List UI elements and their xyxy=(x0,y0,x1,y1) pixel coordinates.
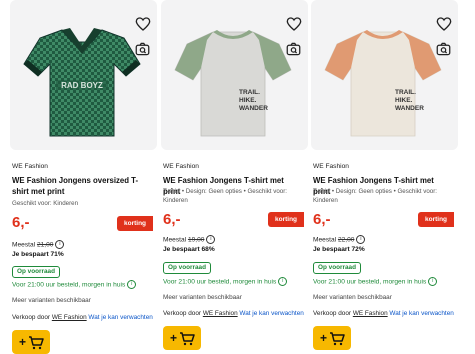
old-price-label: Meestal xyxy=(163,236,187,244)
product-meta: T-shirt • Design: Geen opties • Geschikt… xyxy=(163,188,288,204)
camera-search-icon[interactable] xyxy=(135,42,150,56)
heart-icon[interactable] xyxy=(135,16,151,32)
cart-plus-label: + xyxy=(170,331,177,345)
info-icon[interactable]: i xyxy=(278,277,288,286)
cart-plus-label: + xyxy=(320,331,327,345)
variants-text: Meer varianten beschikbaar xyxy=(313,294,392,301)
cart-plus-label: + xyxy=(19,335,26,349)
variants-text: Meer varianten beschikbaar xyxy=(163,294,242,301)
seller-link[interactable]: WE Fashion xyxy=(52,314,87,321)
stock-badge: Op voorraad xyxy=(12,266,60,278)
seller-expectations-link[interactable]: Wat je kan verwachten xyxy=(239,310,303,317)
info-icon[interactable]: i xyxy=(428,277,438,286)
seller-info: Verkoop door WE Fashion Wat je kan verwa… xyxy=(163,310,304,317)
product-meta: Geschikt voor: Kinderen xyxy=(12,200,79,207)
product-card[interactable]: TRAIL. HIKE. WANDER WE Fashion WE Fashio… xyxy=(161,0,308,353)
info-icon[interactable]: i xyxy=(356,235,366,244)
old-price: Meestal 21,00 i xyxy=(12,240,65,249)
product-card[interactable]: TRAIL. HIKE. WANDER WE Fashion WE Fashio… xyxy=(311,0,458,353)
old-price-label: Meestal xyxy=(313,236,337,244)
heart-icon[interactable] xyxy=(286,16,302,32)
info-icon[interactable]: i xyxy=(206,235,216,244)
info-icon[interactable]: i xyxy=(127,280,137,289)
cart-icon: + xyxy=(19,335,44,350)
add-to-cart-button[interactable]: + xyxy=(313,326,351,350)
product-meta: T-shirt • Design: Geen opties • Geschikt… xyxy=(313,188,438,204)
svg-text:HIKE.: HIKE. xyxy=(395,97,413,104)
camera-search-icon[interactable] xyxy=(286,42,301,56)
cart-icon: + xyxy=(170,331,195,346)
seller-link[interactable]: WE Fashion xyxy=(353,310,388,317)
cart-icon: + xyxy=(320,331,345,346)
discount-badge: korting xyxy=(268,212,304,227)
product-image[interactable]: TRAIL. HIKE. WANDER xyxy=(311,0,458,150)
seller-prefix: Verkoop door xyxy=(163,310,202,317)
svg-text:WANDER: WANDER xyxy=(239,105,268,112)
delivery-text: Voor 21:00 uur besteld, morgen in huis xyxy=(163,278,277,286)
svg-text:TRAIL.: TRAIL. xyxy=(239,89,260,96)
delivery-info: Voor 21:00 uur besteld, morgen in huis i xyxy=(313,277,438,286)
product-price: 6,- xyxy=(313,211,331,228)
shirt-image: RAD BOYZ xyxy=(23,28,141,137)
product-brand[interactable]: WE Fashion xyxy=(12,163,48,170)
discount-badge: korting xyxy=(117,216,153,231)
old-price-value: 22,00 xyxy=(337,236,355,244)
info-icon[interactable]: i xyxy=(55,240,65,249)
product-price: 6,- xyxy=(12,214,30,231)
product-grid: RAD BOYZ WE Fashion WE Fashion Jongens o… xyxy=(0,0,475,354)
svg-text:TRAIL.: TRAIL. xyxy=(395,89,416,96)
old-price-value: 19,00 xyxy=(187,236,205,244)
add-to-cart-button[interactable]: + xyxy=(12,330,50,354)
delivery-text: Voor 21:00 uur besteld, morgen in huis xyxy=(12,281,126,289)
seller-info: Verkoop door WE Fashion Wat je kan verwa… xyxy=(313,310,454,317)
add-to-cart-button[interactable]: + xyxy=(163,326,201,350)
shirt-image: TRAIL. HIKE. WANDER xyxy=(324,30,442,137)
seller-prefix: Verkoop door xyxy=(313,310,352,317)
old-price: Meestal 22,00 i xyxy=(313,235,366,244)
seller-expectations-link[interactable]: Wat je kan verwachten xyxy=(389,310,453,317)
product-price: 6,- xyxy=(163,211,181,228)
svg-text:HIKE.: HIKE. xyxy=(239,97,257,104)
shirt-image: TRAIL. HIKE. WANDER xyxy=(174,30,292,137)
delivery-text: Voor 21:00 uur besteld, morgen in huis xyxy=(313,278,427,286)
discount-badge: korting xyxy=(418,212,454,227)
svg-text:RAD BOYZ: RAD BOYZ xyxy=(61,81,103,90)
product-title[interactable]: WE Fashion Jongens oversized T-shirt met… xyxy=(12,175,152,197)
delivery-info: Voor 21:00 uur besteld, morgen in huis i xyxy=(12,280,137,289)
savings-text: Je bespaart 72% xyxy=(313,246,365,253)
svg-text:WANDER: WANDER xyxy=(395,105,424,112)
product-card[interactable]: RAD BOYZ WE Fashion WE Fashion Jongens o… xyxy=(10,0,157,354)
old-price-value: 21,00 xyxy=(36,241,54,249)
product-image[interactable]: TRAIL. HIKE. WANDER xyxy=(161,0,308,150)
old-price: Meestal 19,00 i xyxy=(163,235,216,244)
stock-badge: Op voorraad xyxy=(313,262,361,274)
seller-expectations-link[interactable]: Wat je kan verwachten xyxy=(88,314,152,321)
product-brand[interactable]: WE Fashion xyxy=(313,163,349,170)
seller-link[interactable]: WE Fashion xyxy=(203,310,238,317)
seller-info: Verkoop door WE Fashion Wat je kan verwa… xyxy=(12,314,153,321)
savings-text: Je bespaart 68% xyxy=(163,246,215,253)
stock-badge: Op voorraad xyxy=(163,262,211,274)
heart-icon[interactable] xyxy=(436,16,452,32)
variants-text: Meer varianten beschikbaar xyxy=(12,297,91,304)
seller-prefix: Verkoop door xyxy=(12,314,51,321)
delivery-info: Voor 21:00 uur besteld, morgen in huis i xyxy=(163,277,288,286)
old-price-label: Meestal xyxy=(12,241,36,249)
camera-search-icon[interactable] xyxy=(436,42,451,56)
savings-text: Je bespaart 71% xyxy=(12,251,64,258)
product-image[interactable]: RAD BOYZ xyxy=(10,0,157,150)
product-brand[interactable]: WE Fashion xyxy=(163,163,199,170)
